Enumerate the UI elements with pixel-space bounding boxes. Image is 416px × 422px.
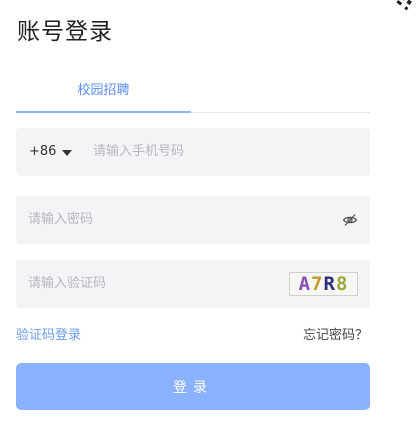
password-field[interactable]: 请输入密码 [16, 196, 370, 244]
login-button[interactable]: 登录 [16, 363, 370, 410]
captcha-char: A [298, 273, 312, 295]
captcha-input[interactable]: 请输入验证码 [28, 260, 106, 308]
caret-down-icon [62, 149, 73, 156]
captcha-char: 7 [311, 273, 324, 295]
country-code-select[interactable]: +86 [29, 128, 73, 176]
qr-code-icon[interactable] [372, 0, 416, 44]
password-input[interactable]: 请输入密码 [28, 196, 93, 244]
tab-campus-recruitment[interactable]: 校园招聘 [16, 80, 191, 113]
country-code-value: +86 [29, 144, 57, 159]
eye-off-icon[interactable] [342, 212, 358, 228]
forgot-password-link[interactable]: 忘记密码？ [303, 324, 368, 343]
login-tabs: 校园招聘 [16, 80, 370, 113]
sms-login-link[interactable]: 验证码登录 [16, 324, 81, 343]
phone-field[interactable]: +86 请输入手机号码 [16, 128, 370, 176]
phone-input[interactable]: 请输入手机号码 [93, 128, 184, 176]
captcha-field[interactable]: 请输入验证码 A 7 R 8 [16, 260, 370, 308]
captcha-char: 8 [335, 273, 349, 295]
captcha-char: R [323, 273, 336, 295]
page-title: 账号登录 [17, 19, 113, 45]
captcha-image[interactable]: A 7 R 8 [289, 272, 358, 296]
